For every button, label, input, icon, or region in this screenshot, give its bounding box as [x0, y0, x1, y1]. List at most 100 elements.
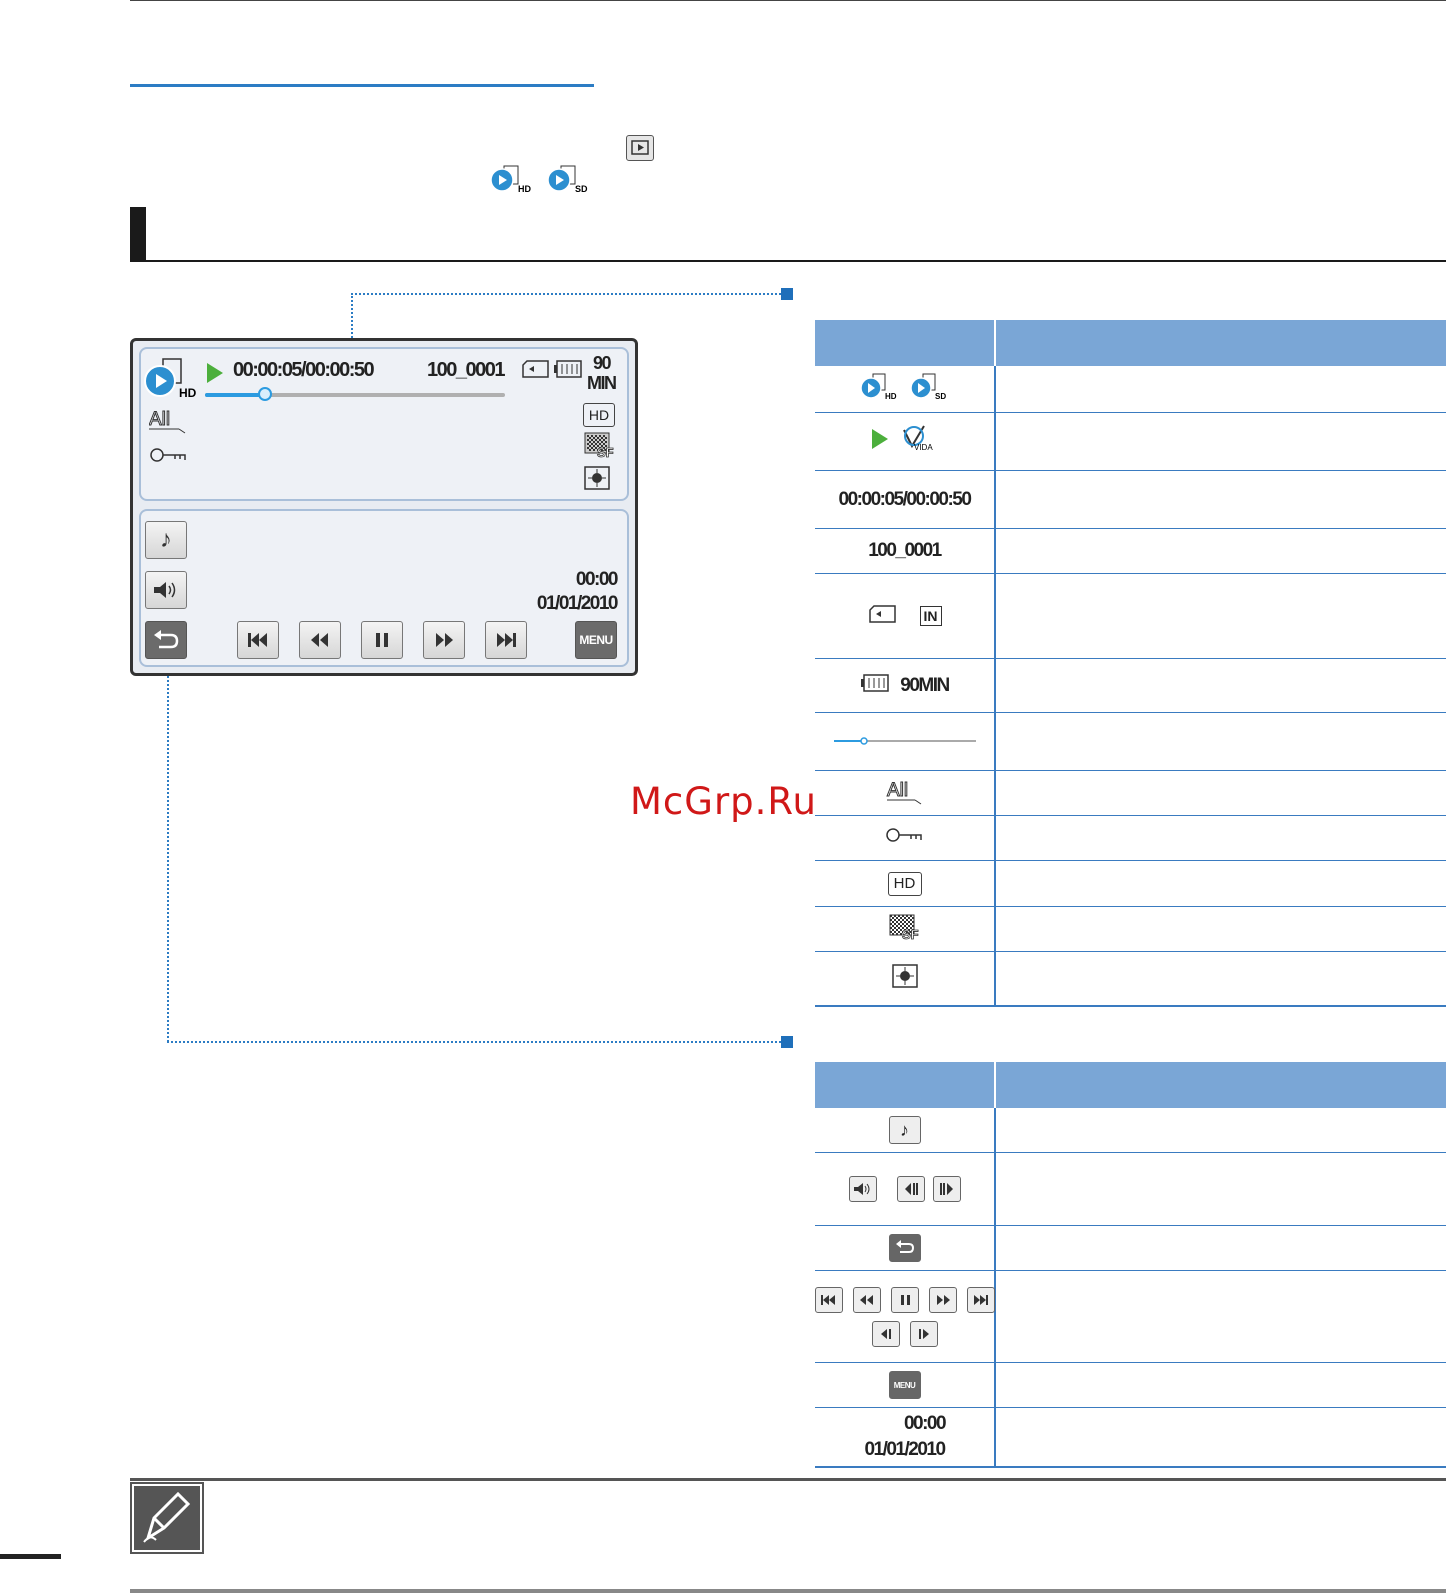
svg-text:SF: SF: [597, 445, 614, 459]
progress-handle[interactable]: [258, 387, 272, 401]
section-marker: [130, 207, 146, 261]
pause-icon: [890, 1286, 919, 1313]
fast-forward-icon: [928, 1286, 957, 1313]
timecode: 00:00:05/00:00:50: [233, 359, 375, 381]
skip-forward-button[interactable]: [485, 621, 527, 659]
leader-end-bottom: [781, 1036, 793, 1048]
table-row: [815, 713, 1446, 771]
memory-card-icon: [868, 604, 898, 629]
battery-time-sample: 90MIN: [900, 674, 950, 696]
leader-line-top-vertical: [351, 293, 353, 338]
control-panel: ♪ 00:00 01/01/2010 MENU: [139, 509, 629, 667]
leader-line-top-horizontal: [351, 293, 781, 295]
music-button[interactable]: ♪: [145, 521, 187, 559]
file-number-sample: 100_0001: [868, 540, 942, 561]
svg-text:SF: SF: [902, 927, 919, 941]
table-row: [814, 1271, 1446, 1363]
hd-quality-icon: HD: [583, 403, 615, 427]
video-play-sd-icon: SD: [547, 164, 593, 196]
table-header: [815, 320, 1446, 366]
svg-text:SD: SD: [575, 184, 588, 194]
play-option-all-icon: All: [885, 776, 925, 811]
playback-screen: HD 00:00:05/00:00:50 100_0001 90 MIN All…: [130, 338, 638, 676]
volume-icon: [848, 1176, 877, 1202]
heading-underline: [130, 84, 594, 87]
note-icon: [132, 1484, 202, 1552]
svg-text:All: All: [149, 409, 170, 430]
battery-icon: [553, 359, 583, 384]
progress-fill: [205, 393, 265, 397]
table-row: HD: [815, 861, 1446, 907]
return-icon: [888, 1234, 921, 1262]
menu-icon: MENU: [888, 1371, 921, 1399]
table-row: 00:00 01/01/2010: [815, 1408, 1446, 1468]
skip-back-icon: [814, 1286, 843, 1313]
clock-time-sample: 00:00: [903, 1413, 947, 1434]
music-icon: ♪: [888, 1116, 921, 1144]
table-row: SF: [815, 907, 1446, 952]
svg-text:HD: HD: [885, 392, 897, 401]
leader-end-top: [781, 288, 793, 300]
internal-memory-icon: IN: [919, 606, 942, 626]
table-row: HD SD: [815, 366, 1446, 413]
progress-bar-icon: [832, 733, 978, 751]
svg-text:All: All: [887, 780, 908, 801]
rewind-button[interactable]: [299, 621, 341, 659]
skip-forward-icon: [966, 1286, 995, 1313]
battery-time-value: 90: [593, 353, 612, 373]
return-button[interactable]: [145, 621, 187, 659]
osd-info-panel: HD 00:00:05/00:00:50 100_0001 90 MIN All…: [139, 347, 629, 501]
table-row: 100_0001: [815, 529, 1446, 574]
battery-icon: [860, 673, 890, 698]
skip-back-button[interactable]: [237, 621, 279, 659]
table-row: All: [815, 771, 1446, 816]
slow-back-icon: [871, 1320, 900, 1347]
rewind-icon: [852, 1286, 881, 1313]
video-play-hd-icon: HD: [143, 357, 201, 401]
protect-key-icon: [149, 445, 189, 472]
page-footer-bar: [0, 1554, 61, 1559]
svg-text:HD: HD: [518, 184, 531, 194]
table-row: IN: [815, 574, 1446, 659]
table-row: [815, 1153, 1446, 1226]
table-row: MENU: [815, 1363, 1446, 1408]
table-row: VIDA: [815, 413, 1446, 471]
table-row: [815, 952, 1446, 1007]
osd-icon-table: HD SD VIDA 00:00:05/00:00:50 100_0001 IN…: [815, 320, 1446, 1007]
table-row: 90MIN: [815, 659, 1446, 713]
note-top-rule: [130, 1478, 1446, 1481]
pause-button[interactable]: [361, 621, 403, 659]
timecode-sample: 00:00:05/00:00:50: [838, 488, 972, 510]
video-play-hd-icon: HD: [859, 372, 900, 407]
note-bottom-rule: [130, 1589, 1446, 1593]
svg-text:SD: SD: [935, 392, 946, 401]
frame-forward-icon: [932, 1176, 961, 1202]
battery-time-unit: MIN: [587, 373, 617, 393]
fast-forward-button[interactable]: [423, 621, 465, 659]
slow-forward-icon: [909, 1320, 938, 1347]
table-header: [815, 1062, 1446, 1108]
section-rule: [130, 260, 1446, 262]
table-row: [815, 1226, 1446, 1271]
super-fine-quality-icon: SF: [888, 913, 922, 946]
menu-button[interactable]: MENU: [575, 621, 617, 659]
play-status-icon: [205, 361, 225, 390]
memory-card-icon: [521, 359, 551, 384]
anti-shake-icon: [891, 963, 919, 994]
play-option-all-icon: All: [149, 405, 189, 440]
volume-button[interactable]: [145, 571, 187, 609]
clock-time: 00:00: [575, 569, 619, 590]
control-icon-table: ♪ MENU 00:00 01/01/2010: [814, 1062, 1446, 1468]
file-number: 100_0001: [427, 359, 505, 381]
video-play-sd-icon: SD: [909, 372, 950, 407]
svg-text:HD: HD: [179, 386, 197, 400]
super-fine-quality-icon: SF: [583, 431, 617, 464]
leader-line-bottom-vertical: [167, 676, 169, 1042]
play-status-icon: [870, 427, 890, 456]
watermark: McGrp.Ru: [630, 780, 817, 823]
video-play-hd-icon: HD: [490, 164, 536, 196]
svg-text:VIDA: VIDA: [914, 443, 933, 452]
top-rule: [130, 0, 1446, 1]
clock-date: 01/01/2010: [536, 593, 619, 614]
playback-mode-icon: [626, 135, 654, 161]
